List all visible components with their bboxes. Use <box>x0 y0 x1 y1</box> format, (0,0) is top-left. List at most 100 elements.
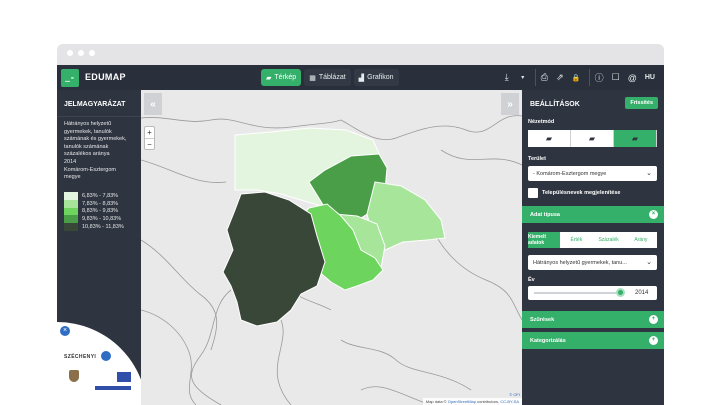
data-type-label: Adat típusa <box>530 211 560 218</box>
chevron-down-icon: ⌄ <box>646 259 652 266</box>
year-slider[interactable]: 2014 <box>528 286 657 300</box>
ofi-credit: © OFI <box>509 392 520 397</box>
tab-chart-label: Grafikon <box>367 74 394 81</box>
legend-desc-line: tanulók számának <box>64 143 109 150</box>
year-value: 2014 <box>635 290 649 296</box>
show-names-checkbox[interactable] <box>528 188 538 198</box>
print-icon[interactable]: ⎙ <box>534 69 551 86</box>
edumap-logo[interactable]: _- <box>61 69 79 87</box>
map-shape-icon: ▰ <box>631 134 639 143</box>
legend-swatch <box>64 223 78 231</box>
window-dots <box>67 50 95 56</box>
close-icon[interactable]: × <box>60 326 70 336</box>
collapse-right-button[interactable]: » <box>501 93 519 115</box>
legend-item-label: 10,83% - 11,83% <box>82 224 124 231</box>
legend-item-label: 8,83% - 9,83% <box>82 208 119 215</box>
settings-panel: BEÁLLÍTÁSOK Frissítés Nézetmód ▰ ▰ ▰ Ter… <box>522 90 664 405</box>
zoom-in-button[interactable]: + <box>145 127 154 138</box>
area-select[interactable]: - Komárom-Esztergom megye ⌄ <box>528 166 657 181</box>
legend-item: 6,83% - 7,83% <box>64 192 124 200</box>
tab-value[interactable]: Érték <box>560 232 592 248</box>
legend-item: 7,83% - 8,83% <box>64 199 124 208</box>
legend-desc-line: Komárom-Esztergom <box>64 166 116 173</box>
badge-ribbon <box>95 386 131 390</box>
brand-name: EDUMAP <box>85 72 126 82</box>
categories-label: Kategorizálás <box>530 337 566 344</box>
lock-icon[interactable]: 🔒 <box>569 69 584 86</box>
tab-percent[interactable]: Százalék <box>593 232 625 248</box>
osm-link[interactable]: OpenStreetMap <box>448 399 476 404</box>
email-icon[interactable]: @ <box>625 69 640 86</box>
refresh-button[interactable]: Frissítés <box>625 97 658 109</box>
plus-icon[interactable]: + <box>649 315 658 324</box>
view-tabs: ▰ Térkép ▦ Táblázat ▟ Grafikon <box>261 69 399 86</box>
legend-item: 10,83% - 11,83% <box>64 223 124 231</box>
year-slider-track <box>534 292 624 294</box>
data-type-header[interactable]: Adat típusa × <box>522 206 664 223</box>
year-label: Év <box>528 277 535 283</box>
attribution-suffix: contributors, <box>477 399 500 404</box>
tab-table-label: Táblázat <box>318 74 346 81</box>
map-canvas <box>141 90 522 405</box>
view-mode-light-button[interactable]: ▰ <box>528 130 571 147</box>
attribution-prefix: Map data © <box>425 399 447 404</box>
legend-item: 8,83% - 9,83% <box>64 207 124 216</box>
legend-desc-line: gyermekek, tanulók <box>64 128 112 135</box>
view-mode-dark-button[interactable]: ▰ <box>571 130 614 147</box>
categories-header[interactable]: Kategorizálás + <box>522 332 664 349</box>
close-icon[interactable]: × <box>649 210 658 219</box>
filters-label: Szűrések <box>530 316 555 323</box>
legend-desc-line: megye <box>64 174 81 181</box>
coat-of-arms-icon <box>69 370 79 382</box>
toolbar: ⤓ ▾ ⎙ ⇗ 🔒 ⓘ ☐ @ HU <box>500 69 658 86</box>
indicator-select-value: Hátrányos helyzetű gyermekek, tanu... <box>533 259 627 266</box>
legend-item-label: 7,83% - 8,83% <box>82 200 119 207</box>
year-slider-handle[interactable] <box>615 288 625 297</box>
zoom-out-button[interactable]: − <box>145 138 154 149</box>
legend-item-label: 9,83% - 10,83% <box>82 216 122 223</box>
legend-swatch <box>64 199 78 208</box>
eu-flag-icon <box>117 372 131 382</box>
bar-chart-icon: ▟ <box>358 74 365 82</box>
edumap-app: _- EDUMAP ▰ Térkép ▦ Táblázat ▟ Grafikon… <box>57 65 664 405</box>
share-icon[interactable]: ⇗ <box>553 69 567 86</box>
tab-highlighted-data[interactable]: Kiemelt adatok <box>528 232 561 248</box>
info-icon[interactable]: ⓘ <box>588 69 607 86</box>
area-select-value: - Komárom-Esztergom megye <box>533 170 607 177</box>
plus-icon[interactable]: + <box>649 336 658 345</box>
map-attribution: Map data © OpenStreetMap contributors, C… <box>422 398 522 405</box>
legend-swatch <box>64 192 78 200</box>
area-label: Terület <box>528 156 546 162</box>
indicator-select[interactable]: Hátrányos helyzetű gyermekek, tanu... ⌄ <box>528 255 657 270</box>
view-mode-green-button[interactable]: ▰ <box>614 130 657 147</box>
collapse-left-button[interactable]: « <box>144 93 162 115</box>
language-button[interactable]: HU <box>642 69 658 86</box>
settings-title: BEÁLLÍTÁSOK <box>530 101 580 108</box>
tab-table[interactable]: ▦ Táblázat <box>304 69 351 86</box>
comment-icon[interactable]: ☐ <box>609 69 623 86</box>
zoom-control: + − <box>144 126 155 150</box>
data-type-tabs: Kiemelt adatok Érték Százalék Arány <box>528 232 657 248</box>
show-names-label: Településnevek megjelenítése <box>542 190 621 196</box>
legend-swatch <box>64 215 78 224</box>
top-bar: _- EDUMAP ▰ Térkép ▦ Táblázat ▟ Grafikon… <box>57 65 664 90</box>
legend-description: Hátrányos helyzetű gyermekek, tanulók sz… <box>64 121 136 182</box>
download-icon[interactable]: ⤓ <box>500 69 514 86</box>
tab-chart[interactable]: ▟ Grafikon <box>353 69 399 86</box>
legend-panel: JELMAGYARÁZAT Hátrányos helyzetű gyermek… <box>57 90 147 405</box>
download-dropdown-icon[interactable]: ▾ <box>516 69 530 86</box>
view-mode-label: Nézetmód <box>528 119 555 125</box>
legend-items: 6,83% - 7,83% 7,83% - 8,83% 8,83% - 9,83… <box>64 192 124 231</box>
legend-desc-line: százalékos aránya <box>64 151 110 158</box>
map-view[interactable]: « » + − © OFI Map data © OpenStreetMap c… <box>141 90 522 405</box>
badge-text: SZÉCHENYI <box>64 354 97 360</box>
tab-map[interactable]: ▰ Térkép <box>261 69 302 86</box>
tab-ratio[interactable]: Arány <box>625 232 657 248</box>
filters-header[interactable]: Szűrések + <box>522 311 664 328</box>
map-icon: ▰ <box>266 74 272 82</box>
legend-desc-line: számának és gyermekek, <box>64 136 127 143</box>
license-link[interactable]: CC-BY-SA <box>500 399 519 404</box>
legend-swatch <box>64 207 78 216</box>
legend-item-label: 6,83% - 7,83% <box>82 192 119 199</box>
legend-desc-line: Hátrányos helyzetű <box>64 121 112 127</box>
